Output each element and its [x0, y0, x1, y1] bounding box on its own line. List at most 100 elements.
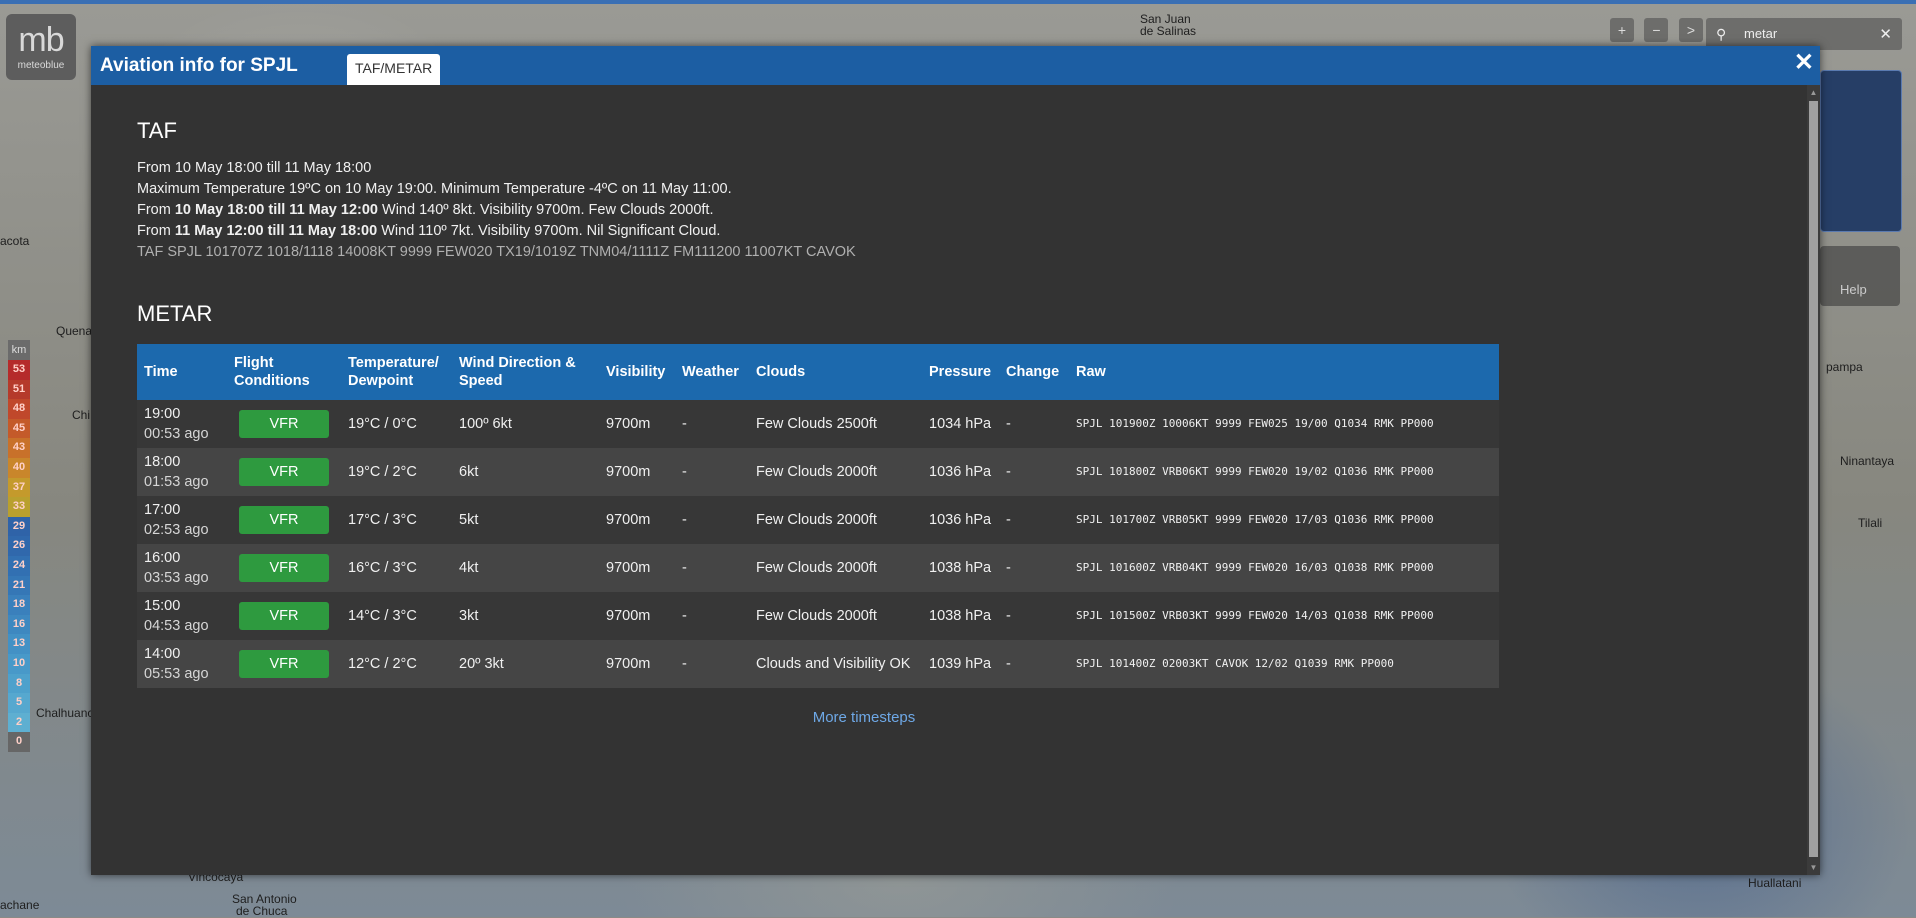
help-link[interactable]: Help	[1840, 282, 1867, 297]
cell-time: 19:00 00:53 ago	[137, 400, 227, 448]
taf-change-text: Wind 140º 8kt. Visibility 9700m. Few Clo…	[378, 202, 714, 218]
taf-change-text: Wind 110º 7kt. Visibility 9700m. Nil Sig…	[377, 223, 721, 239]
cell-flight-conditions: VFR	[227, 592, 341, 640]
scroll-thumb[interactable]	[1809, 101, 1818, 857]
column-header-pressure: Pressure	[922, 344, 999, 400]
cell-raw: SPJL 101500Z VRB03KT 9999 FEW020 14/03 Q…	[1076, 609, 1434, 622]
forward-button[interactable]: >	[1678, 18, 1703, 42]
legend-value: 5	[8, 693, 30, 713]
cell-clouds: Few Clouds 2000ft	[756, 560, 877, 576]
cell-weather: -	[682, 512, 687, 528]
meteoblue-logo[interactable]: mb meteoblue	[6, 14, 76, 80]
dialog-header: Aviation info for SPJL TAF/METAR ✕	[91, 46, 1820, 85]
search-icon: ⚲	[1716, 26, 1727, 42]
metar-table: Time Flight Conditions Temperature/ Dewp…	[137, 344, 1499, 688]
cell-temperature: 14°C / 3°C	[348, 608, 417, 624]
cell-temperature: 17°C / 3°C	[348, 512, 417, 528]
map-label: de Chuca	[236, 904, 288, 918]
cell-pressure: 1036 hPa	[929, 512, 992, 528]
taf-change-period: 10 May 18:00 till 11 May 12:00	[174, 202, 378, 218]
cell-visibility: 9700m	[606, 464, 651, 480]
legend-unit: km	[8, 340, 30, 360]
zoom-out-button[interactable]: −	[1644, 18, 1669, 42]
column-header-time: Time	[137, 344, 227, 400]
legend-value: 0	[8, 732, 30, 752]
cell-pressure: 1034 hPa	[929, 416, 992, 432]
table-row: 16:00 03:53 ago VFR 16°C / 3°C 4kt 9700m - Few …	[137, 544, 1499, 592]
search-input[interactable]: metar	[1744, 26, 1777, 41]
more-timesteps-link[interactable]: More timesteps	[91, 709, 1637, 726]
cell-time: 18:00 01:53 ago	[137, 448, 227, 496]
map-label: pampa	[1826, 360, 1863, 374]
cell-temperature: 19°C / 2°C	[348, 464, 417, 480]
cell-temperature: 16°C / 3°C	[348, 560, 417, 576]
column-header-wind: Wind Direction & Speed	[452, 344, 599, 400]
taf-temperatures: Maximum Temperature 19ºC on 10 May 19:00…	[137, 181, 732, 197]
table-row: 17:00 02:53 ago VFR 17°C / 3°C 5kt 9700m - Few …	[137, 496, 1499, 544]
zoom-in-button[interactable]: +	[1610, 18, 1634, 42]
clear-search-icon[interactable]: ✕	[1879, 25, 1892, 43]
cell-clouds: Few Clouds 2000ft	[756, 608, 877, 624]
observation-age: 00:53 ago	[144, 426, 209, 442]
legend-value: 16	[8, 614, 30, 635]
table-header-row: Time Flight Conditions Temperature/ Dewp…	[137, 344, 1499, 400]
cell-change: -	[1006, 656, 1011, 672]
dialog-scrollbar[interactable]: ▲ ▼	[1807, 85, 1820, 875]
cell-visibility: 9700m	[606, 656, 651, 672]
help-panel: Help	[1820, 246, 1900, 306]
cell-flight-conditions: VFR	[227, 448, 341, 496]
legend-value: 21	[8, 575, 30, 596]
cell-raw: SPJL 101800Z VRB06KT 9999 FEW020 19/02 Q…	[1076, 465, 1434, 478]
cell-wind: 100º 6kt	[459, 416, 512, 432]
cell-raw: SPJL 101400Z 02003KT CAVOK 12/02 Q1039 R…	[1076, 657, 1394, 670]
cell-wind: 3kt	[459, 608, 479, 624]
column-header-clouds: Clouds	[749, 344, 922, 400]
observation-age: 02:53 ago	[144, 522, 209, 538]
cell-time: 16:00 03:53 ago	[137, 544, 227, 592]
layer-panel[interactable]	[1820, 70, 1902, 232]
flight-condition-badge: VFR	[239, 506, 329, 534]
cell-temperature: 12°C / 2°C	[348, 656, 417, 672]
taf-period: From 10 May 18:00 till 11 May 18:00	[137, 160, 372, 176]
legend-value: 51	[8, 379, 30, 400]
legend-value: 2	[8, 712, 30, 733]
legend-value: 40	[8, 457, 30, 478]
observation-age: 03:53 ago	[144, 570, 209, 586]
close-icon[interactable]: ✕	[1794, 48, 1814, 77]
cell-change: -	[1006, 512, 1011, 528]
cell-pressure: 1038 hPa	[929, 608, 992, 624]
map-label: Chalhuanc	[36, 706, 94, 720]
flight-condition-badge: VFR	[239, 410, 329, 438]
cell-weather: -	[682, 416, 687, 432]
legend-value: 18	[8, 595, 30, 615]
cell-change: -	[1006, 464, 1011, 480]
cell-flight-conditions: VFR	[227, 400, 341, 448]
table-row: 19:00 00:53 ago VFR 19°C / 0°C 100º 6kt 9700m…	[137, 400, 1499, 448]
taf-change-group: From 11 May 12:00 till 11 May 18:00 Wind…	[137, 221, 1577, 242]
scroll-down-icon[interactable]: ▼	[1807, 863, 1820, 872]
logo-mark: mb	[18, 21, 64, 59]
cell-weather: -	[682, 608, 687, 624]
map-label: de Salinas	[1140, 24, 1197, 38]
observation-age: 01:53 ago	[144, 474, 209, 490]
map-label: achane	[0, 898, 40, 912]
cell-time: 15:00 04:53 ago	[137, 592, 227, 640]
observation-age: 05:53 ago	[144, 666, 209, 682]
legend-value: 43	[8, 438, 30, 458]
cell-weather: -	[682, 656, 687, 672]
cell-change: -	[1006, 560, 1011, 576]
taf-from-label: From	[137, 223, 175, 239]
cell-flight-conditions: VFR	[227, 544, 341, 592]
observation-time: 15:00	[144, 598, 181, 614]
aviation-info-dialog: Aviation info for SPJL TAF/METAR ✕ ▲ ▼ T…	[91, 46, 1820, 875]
cell-visibility: 9700m	[606, 560, 651, 576]
cell-visibility: 9700m	[606, 416, 651, 432]
scroll-up-icon[interactable]: ▲	[1807, 88, 1820, 97]
column-header-change: Change	[999, 344, 1069, 400]
map-label: acota	[0, 234, 30, 248]
flight-condition-badge: VFR	[239, 650, 329, 678]
map-controls: + − >	[1610, 18, 1709, 42]
cell-pressure: 1039 hPa	[929, 656, 992, 672]
tab-taf-metar[interactable]: TAF/METAR	[347, 54, 441, 85]
taf-change-group: From 10 May 18:00 till 11 May 12:00 Wind…	[137, 200, 1577, 221]
